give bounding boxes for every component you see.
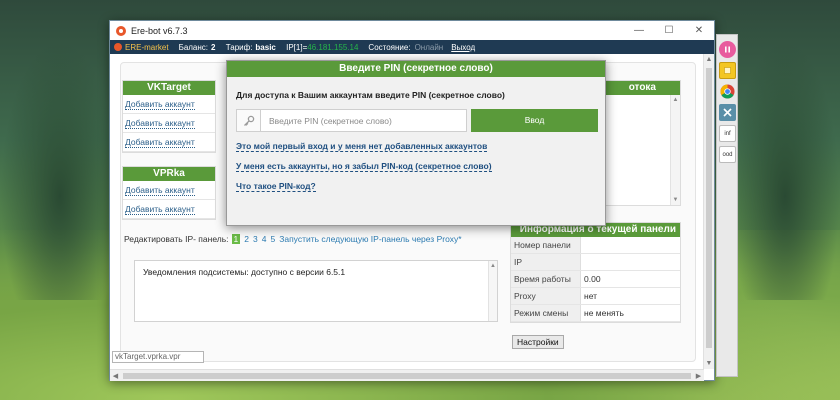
vprka-panel: VPRka Добавить аккаунт Добавить аккаунт bbox=[122, 166, 216, 220]
edit-ip-panel-row: Редактировать IP- панель: 1 2 3 4 5 Запу… bbox=[124, 234, 462, 244]
table-row: Proxy нет bbox=[511, 288, 680, 305]
add-account-link[interactable]: Добавить аккаунт bbox=[125, 185, 195, 196]
chrome-icon[interactable] bbox=[719, 83, 736, 100]
table-row: Режим смены не менять bbox=[511, 305, 680, 322]
horizontal-scroll-thumb[interactable] bbox=[123, 372, 691, 379]
notifications-box: Уведомления подсистемы: доступно с верси… bbox=[134, 260, 498, 322]
pin-input-group bbox=[236, 109, 467, 132]
state-value: Онлайн bbox=[414, 42, 444, 52]
edit-ip-panel-label: Редактировать IP- панель: bbox=[124, 234, 229, 244]
state-display: Состояние: Онлайн bbox=[368, 43, 443, 52]
page-link-5[interactable]: 5 bbox=[270, 234, 275, 244]
note-icon[interactable] bbox=[719, 62, 736, 79]
scroll-down-icon[interactable]: ▼ bbox=[671, 195, 680, 205]
ood-button[interactable]: ood bbox=[719, 146, 736, 163]
horizontal-scrollbar[interactable]: ◀ ▶ bbox=[110, 369, 704, 381]
state-label: Состояние: bbox=[368, 42, 411, 52]
vktarget-title: VKTarget bbox=[123, 81, 215, 95]
tariff-value: basic bbox=[255, 42, 276, 52]
balance-label: Баланс: bbox=[178, 42, 209, 52]
key-icon bbox=[236, 109, 261, 132]
add-account-link[interactable]: Добавить аккаунт bbox=[125, 118, 195, 129]
pin-dialog: Введите PIN (секретное слово) Для доступ… bbox=[226, 60, 606, 226]
page-link-4[interactable]: 4 bbox=[262, 234, 267, 244]
scroll-down-icon[interactable]: ▼ bbox=[704, 358, 714, 369]
list-item: Добавить аккаунт bbox=[123, 133, 215, 152]
add-account-link[interactable]: Добавить аккаунт bbox=[125, 137, 195, 148]
add-account-link[interactable]: Добавить аккаунт bbox=[125, 204, 195, 215]
what-is-pin-link[interactable]: Что такое PIN-код? bbox=[236, 181, 316, 192]
list-item: Добавить аккаунт bbox=[123, 95, 215, 114]
ip-label: IP[1]= bbox=[286, 42, 308, 52]
inf-button[interactable]: inf bbox=[719, 125, 736, 142]
ere-market-label: ERE-market bbox=[125, 42, 169, 52]
scroll-right-icon[interactable]: ▶ bbox=[693, 372, 704, 380]
table-row: Номер панели bbox=[511, 237, 680, 254]
minimize-button[interactable]: — bbox=[624, 21, 654, 40]
tools-icon[interactable] bbox=[719, 104, 736, 121]
vertical-scrollbar[interactable]: ▲ ▼ bbox=[703, 54, 714, 369]
list-item: Добавить аккаунт bbox=[123, 181, 215, 200]
maximize-button[interactable]: ☐ bbox=[654, 21, 684, 40]
vktarget-panel: VKTarget Добавить аккаунт Добавить аккау… bbox=[122, 80, 216, 153]
background-trees-right bbox=[730, 40, 840, 300]
app-logo-icon bbox=[116, 25, 126, 36]
add-account-link[interactable]: Добавить аккаунт bbox=[125, 99, 195, 110]
launch-proxy-link[interactable]: Запустить следующую IP-панель через Prox… bbox=[279, 234, 461, 244]
table-row: IP bbox=[511, 254, 680, 271]
balance-value: 2 bbox=[211, 42, 216, 52]
ip-value: 46.181.155.14 bbox=[307, 42, 359, 52]
close-button[interactable]: ✕ bbox=[684, 21, 714, 40]
pin-input[interactable] bbox=[261, 109, 467, 132]
bottom-tab-field[interactable]: vkTarget.vprka.vpr bbox=[112, 351, 204, 363]
ere-market-link[interactable]: ERE-market bbox=[114, 43, 169, 52]
window-title: Ere-bot v6.7.3 bbox=[131, 25, 188, 36]
pause-icon[interactable] bbox=[719, 41, 736, 58]
vprka-title: VPRka bbox=[123, 167, 215, 181]
vertical-scroll-thumb[interactable] bbox=[706, 68, 712, 348]
ere-market-icon bbox=[114, 43, 122, 51]
page-link-3[interactable]: 3 bbox=[253, 234, 258, 244]
info-panel: Информация о текущей панели Номер панели… bbox=[510, 222, 681, 323]
scroll-left-icon[interactable]: ◀ bbox=[110, 372, 121, 380]
notifications-scrollbar[interactable]: ▲ bbox=[488, 261, 497, 321]
title-bar[interactable]: Ere-bot v6.7.3 — ☐ ✕ bbox=[110, 21, 714, 40]
enter-button[interactable]: Ввод bbox=[471, 109, 598, 132]
tariff-label: Тариф: bbox=[225, 42, 253, 52]
settings-button[interactable]: Настройки bbox=[512, 335, 564, 349]
ip-display: IP[1]= 46.181.155.14 bbox=[286, 43, 358, 52]
pin-dialog-title: Введите PIN (секретное слово) bbox=[227, 61, 605, 77]
scroll-up-icon[interactable]: ▲ bbox=[671, 95, 680, 105]
scroll-up-icon[interactable]: ▲ bbox=[704, 54, 714, 65]
right-panel-scrollbar[interactable]: ▲ ▼ bbox=[670, 95, 680, 205]
table-row: Время работы 0.00 bbox=[511, 271, 680, 288]
list-item: Добавить аккаунт bbox=[123, 200, 215, 219]
first-login-link[interactable]: Это мой первый вход и у меня нет добавле… bbox=[236, 141, 488, 152]
forgot-pin-link[interactable]: У меня есть аккаунты, но я забыл PIN-код… bbox=[236, 161, 492, 172]
exit-link[interactable]: Выход bbox=[451, 43, 475, 52]
page-link-1[interactable]: 1 bbox=[231, 234, 241, 244]
background-trees-left bbox=[0, 40, 120, 300]
side-dock: inf ood bbox=[716, 34, 738, 377]
notification-text: Уведомления подсистемы: доступно с верси… bbox=[143, 267, 346, 277]
list-item: Добавить аккаунт bbox=[123, 114, 215, 133]
page-link-2[interactable]: 2 bbox=[244, 234, 249, 244]
status-bar: ERE-market Баланс: 2 Тариф: basic IP[1]=… bbox=[110, 40, 714, 54]
pin-prompt: Для доступа к Вашим аккаунтам введите PI… bbox=[236, 90, 505, 100]
